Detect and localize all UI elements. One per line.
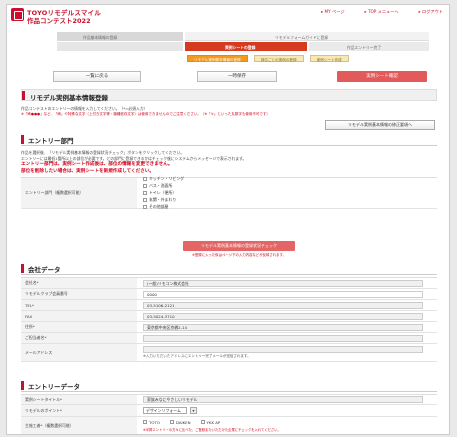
section-marker [22,91,25,100]
page: TOYOリモデルスマイル 作品コンテスト2022 MY ページ TOP メニュー… [0,0,457,437]
site-header: TOYOリモデルスマイル 作品コンテスト2022 MY ページ TOP メニュー… [7,5,449,27]
checkbox-bath[interactable]: バス・洗面所 [143,183,184,189]
checkbox-toto[interactable]: TOTO [143,420,160,425]
email-note: ※入力いただいたアドレスにエントリー完了メールが送信されます。 [143,354,251,358]
checkbox-other[interactable]: その他部屋 [143,204,184,210]
section-entry-category-header: エントリー部門 [21,134,437,146]
substep-sheet: 実例シート作成 [309,55,349,62]
step-remodel-guide: リモデルフォームガイドに登録 [185,32,429,41]
company-table: 会社名* (ー般)リモコン株式会社 リモデルクラブ会員番号 0000 TEL* … [21,277,437,362]
progress-steps-top: 作品基本情報の登録 リモデルフォームガイドに登録 [57,32,429,41]
table-row: メールアドレス ※入力いただいたアドレスにエントリー完了メールが送信されます。 [21,344,437,362]
checkbox-icon[interactable] [143,177,147,182]
section-company-header: 会社データ [21,263,437,275]
section-title: リモデル実例基本情報登録 [30,94,108,102]
section1-note: ※「㈱●●●」など、「㈱」や特殊な文字（上付き文字等・機種依存文字）は使用できま… [21,112,270,116]
step-case-sheet: 実例シートの登録 [185,42,307,51]
table-row: リモデルクラブ会員番号 0000 [21,289,437,300]
back-to-list-button[interactable]: 一覧に戻る [53,71,141,82]
fax-label: FAX [21,311,137,321]
temp-save-button[interactable]: 一時保存 [197,71,277,82]
logo-icon [11,8,24,21]
checkbox-icon[interactable] [169,420,174,424]
member-number-label: リモデルクラブ会員番号 [21,289,137,299]
maker-note: ※半掲エントリーの方々に比べた、ご登録またいただけた企業にチェックを入れてくださ… [143,427,281,432]
checkbox-icon[interactable] [143,191,147,195]
fax-field[interactable]: 03-5024-3710 [143,312,423,320]
table-row: 主施工者*（複数選択可能） TOTO DAIKEN YKK AP ※半掲エントリ… [21,417,437,434]
address-field[interactable]: 東京都中央区京橋2-14 [143,323,423,331]
company-name-field[interactable]: (ー般)リモコン株式会社 [143,279,423,287]
step-entry-complete: 作品エントリー完了 [309,42,429,51]
checkbox-icon[interactable] [143,184,147,189]
category-checkbox-list: キッチン・リビング バス・洗面所 トイレ（便所） 玄関・外まわり その他部屋 [143,176,184,209]
checkbox-icon[interactable] [143,204,147,209]
table-row: 会社名* (ー般)リモコン株式会社 [21,278,437,289]
checkbox-icon[interactable] [143,197,147,202]
contact-name-label: ご担当者名* [21,333,137,343]
tel-label: TEL* [21,300,137,310]
nav-mypage-link[interactable]: MY ページ [321,9,345,15]
remodel-point-label: リモデルのポイント* [21,405,137,416]
checkbox-ykkap[interactable]: YKK AP [200,420,220,425]
confirm-sheet-button[interactable]: 実例シート確認 [337,71,427,82]
substep-basic: リモデル実例基本情報の登録 [187,55,248,62]
section-title: エントリー部門 [28,137,74,145]
sheet-title-label: 実例シートタイトル* [21,395,137,404]
table-row: 実例シートタイトル* 家族みなにやさしいリモデル [21,395,437,405]
tel-field[interactable]: 03-5106-2121 [143,301,423,309]
nav-logout-link[interactable]: ログアウト [419,9,443,15]
table-row: リモデルのポイント* デザインリフォーム ▾ [21,405,437,417]
company-name-label: 会社名* [21,278,137,288]
address-label: 住所* [21,322,137,332]
step-basic-info: 作品基本情報の登録 [57,32,183,41]
section2-warning2: 部位を削除したい場合は、実例シートを新規作成してください。 [21,169,154,174]
progress-steps-mid: 実例シートの登録 作品エントリー完了 [57,42,429,51]
row-value: キッチン・リビング バス・洗面所 トイレ（便所） 玄関・外まわり その他部屋 [139,176,437,209]
maker-label: 主施工者*（複数選択可能） [21,417,137,434]
logo-subtitle: 作品コンテスト2022 [27,17,91,25]
section-entry-data-header: エントリーデータ [21,380,437,392]
check-note: ※登録に入った後はページ下の入力内容などが反映されます。 [192,253,286,257]
table-row: ご担当者名* [21,333,437,344]
checkbox-entrance[interactable]: 玄関・外まわり [143,197,184,203]
action-row: 一覧に戻る 一時保存 実例シート確認 [7,71,449,83]
sheet-title-field[interactable]: 家族みなにやさしいリモデル [143,396,423,403]
section-title: エントリーデータ [28,383,80,391]
section2-warning1: エントリー部門は、実例シート作成後は、部位の情報を変更できません。 [21,162,173,167]
table-row: TEL* 03-5106-2121 [21,300,437,311]
table-row: FAX 03-5024-3710 [21,311,437,322]
checkbox-icon[interactable] [143,420,147,424]
sub-steps: リモデル実例基本情報の登録 部位ごとの実例の登録 実例シート作成 [187,55,349,62]
section-title: 会社データ [28,266,61,274]
section-basic-info-header: リモデル実例基本情報登録 [21,89,437,102]
form-sheet: TOYOリモデルスマイル 作品コンテスト2022 MY ページ TOP メニュー… [6,4,450,435]
email-label: メールアドレス [21,344,137,361]
chevron-down-icon[interactable]: ▾ [190,407,197,414]
step-mid-1 [57,42,183,51]
remodel-point-select[interactable]: デザインリフォーム [143,407,187,414]
row-label: エントリー部門（複数選択可能） [21,178,137,208]
check-status-button[interactable]: リモデル実例基本情報の登録状況チェック [183,241,295,251]
checkbox-kitchen[interactable]: キッチン・リビング [143,176,184,182]
rules-link-button[interactable]: リモデル実例基本情報の修正要項へ [325,120,435,130]
email-field[interactable] [143,346,423,353]
nav-top-menu-link[interactable]: TOP メニューへ [365,9,399,15]
entry-data-table: 実例シートタイトル* 家族みなにやさしいリモデル リモデルのポイント* デザイン… [21,394,437,434]
table-row: エントリー部門（複数選択可能） キッチン・リビング バス・洗面所 トイレ（便所）… [21,176,437,209]
top-nav: MY ページ TOP メニューへ ログアウト [321,9,443,15]
checkbox-toilet[interactable]: トイレ（便所） [143,190,184,196]
entry-category-table: エントリー部門（複数選択可能） キッチン・リビング バス・洗面所 トイレ（便所）… [21,176,437,209]
section-marker [21,135,24,144]
section-marker [21,381,24,390]
table-row: 住所* 東京都中央区京橋2-14 [21,322,437,333]
contact-name-field[interactable] [143,334,423,342]
checkbox-icon[interactable] [200,420,205,424]
member-number-field[interactable]: 0000 [143,290,423,298]
checkbox-daiken[interactable]: DAIKEN [169,420,191,425]
section-marker [21,264,24,273]
substep-parts: 部位ごとの実例の登録 [253,55,304,62]
